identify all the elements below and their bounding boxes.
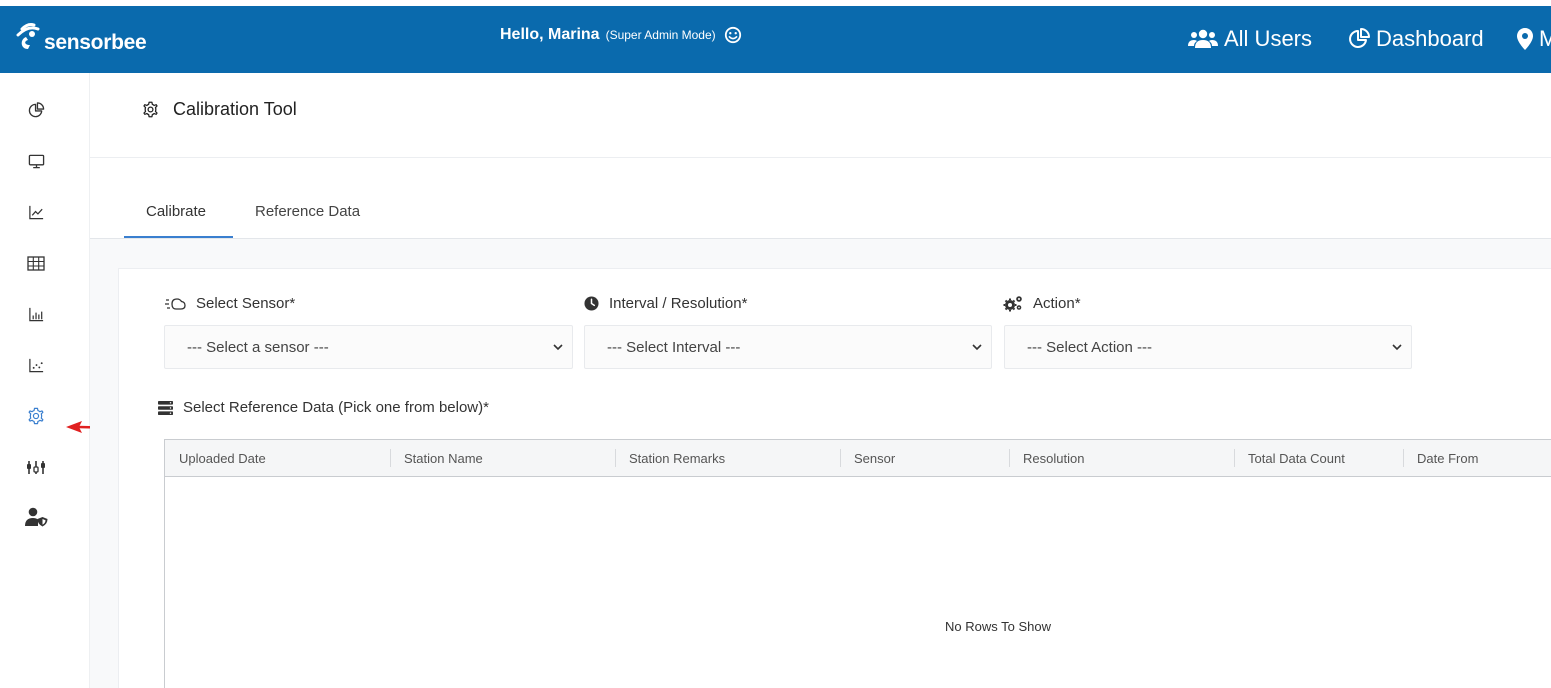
sidebar-item-table[interactable] (26, 253, 46, 273)
reference-label-text: Select Reference Data (Pick one from bel… (183, 399, 489, 416)
column-resize-handle[interactable] (1403, 449, 1404, 467)
table-icon (27, 255, 45, 271)
column-resize-handle[interactable] (615, 449, 616, 467)
brand-logo[interactable]: sensorbee (16, 16, 147, 62)
column-resize-handle[interactable] (390, 449, 391, 467)
monitor-icon (28, 154, 44, 168)
action-select[interactable]: --- Select Action --- (1004, 325, 1412, 369)
page-title: Calibration Tool (173, 99, 297, 119)
page-header: Calibration Tool (90, 73, 1551, 158)
line-chart-icon (28, 205, 43, 219)
brand-name: sensorbee (44, 31, 147, 54)
column-header-date-from[interactable]: Date From (1417, 451, 1478, 466)
admin-mode-text: (Super Admin Mode) (605, 28, 716, 42)
nav-map-label: M (1539, 26, 1551, 51)
bar-chart-icon (28, 307, 43, 321)
nav-all-users[interactable]: All Users (1188, 26, 1312, 52)
empty-grid-message: No Rows To Show (945, 619, 1051, 634)
chevron-down-icon (553, 344, 563, 351)
interval-field-label: Interval / Resolution* (584, 295, 747, 312)
column-header-station-remarks[interactable]: Station Remarks (629, 451, 725, 466)
smile-icon (724, 26, 741, 44)
reference-field-label: Select Reference Data (Pick one from bel… (158, 399, 489, 416)
gear-icon (28, 407, 44, 425)
sidebar-item-monitor[interactable] (26, 151, 46, 171)
interval-select[interactable]: --- Select Interval --- (584, 325, 992, 369)
chevron-down-icon (1392, 344, 1402, 351)
user-greeting: Hello, Marina (Super Admin Mode) (500, 26, 742, 44)
column-header-resolution[interactable]: Resolution (1023, 451, 1084, 466)
sidebar-item-bar-chart[interactable] (26, 304, 46, 324)
column-header-sensor[interactable]: Sensor (854, 451, 895, 466)
sidebar-item-user-admin[interactable] (24, 507, 48, 527)
sensor-select-value: --- Select a sensor --- (187, 339, 329, 356)
tab-calibrate[interactable]: Calibrate (146, 203, 206, 220)
nav-all-users-label: All Users (1224, 26, 1313, 51)
column-header-total-data-count[interactable]: Total Data Count (1248, 451, 1345, 466)
sensor-label-text: Select Sensor* (196, 295, 296, 312)
main-content: Calibrate Reference Data Select Sensor* … (90, 158, 1551, 688)
tab-bar: Calibrate Reference Data (90, 158, 1551, 239)
pie-chart-icon (28, 101, 44, 117)
chevron-down-icon (972, 344, 982, 351)
action-label-text: Action* (1033, 295, 1081, 312)
sensor-select[interactable]: --- Select a sensor --- (164, 325, 573, 369)
sensorbee-logo-icon (16, 23, 40, 49)
sidebar (0, 73, 90, 688)
calibrate-form-card: Select Sensor* Interval / Resolution* Ac… (118, 268, 1551, 688)
column-header-station-name[interactable]: Station Name (404, 451, 483, 466)
gear-icon (143, 101, 158, 118)
sidebar-item-calibration[interactable] (26, 406, 46, 426)
sensor-icon (165, 297, 186, 310)
scatter-chart-icon (28, 358, 43, 372)
database-icon (158, 400, 173, 415)
action-field-label: Action* (1003, 295, 1081, 312)
sidebar-item-sliders[interactable] (26, 457, 46, 477)
active-tab-indicator (124, 236, 233, 238)
column-resize-handle[interactable] (1009, 449, 1010, 467)
action-select-value: --- Select Action --- (1027, 339, 1153, 356)
nav-dashboard-label: Dashboard (1376, 26, 1484, 51)
tab-reference-data[interactable]: Reference Data (255, 203, 360, 220)
users-icon (1188, 29, 1218, 48)
column-resize-handle[interactable] (840, 449, 841, 467)
sidebar-item-dashboard[interactable] (26, 100, 46, 120)
header-bar: sensorbee Hello, Marina (Super Admin Mod… (0, 6, 1551, 73)
map-marker-icon (1517, 28, 1533, 50)
column-resize-handle[interactable] (1234, 449, 1235, 467)
sidebar-item-scatter-chart[interactable] (26, 355, 46, 375)
sidebar-item-line-chart[interactable] (26, 202, 46, 222)
grid-header-row: Uploaded Date Station Name Station Remar… (165, 440, 1551, 477)
interval-select-value: --- Select Interval --- (607, 339, 741, 356)
sliders-icon (27, 460, 45, 474)
interval-label-text: Interval / Resolution* (609, 295, 748, 312)
user-shield-icon (25, 507, 48, 527)
sensor-field-label: Select Sensor* (164, 295, 295, 312)
pie-chart-icon (1349, 28, 1370, 48)
gears-icon (1003, 296, 1022, 312)
clock-icon (584, 296, 599, 311)
nav-dashboard[interactable]: Dashboard (1348, 26, 1484, 52)
nav-map[interactable]: M (1517, 26, 1551, 52)
greeting-text: Hello, Marina (500, 26, 600, 43)
column-header-uploaded-date[interactable]: Uploaded Date (179, 451, 266, 466)
reference-data-grid: Uploaded Date Station Name Station Remar… (164, 439, 1551, 688)
